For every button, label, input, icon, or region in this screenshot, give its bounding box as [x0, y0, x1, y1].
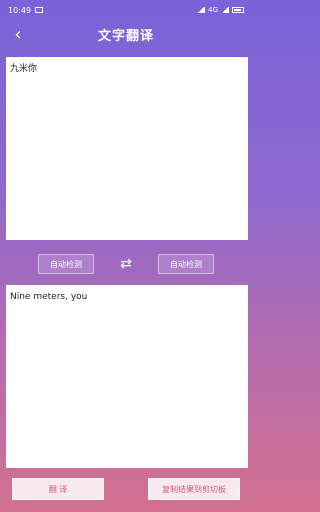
battery-icon — [232, 7, 244, 13]
language-selector-row: 自动检测 ⇄ 自动检测 — [0, 253, 252, 275]
source-language-button[interactable]: 自动检测 — [38, 254, 94, 274]
chevron-left-icon: ‹ — [14, 23, 22, 45]
translation-result-text[interactable]: Nine meters, you — [10, 291, 244, 303]
wifi-icon — [221, 7, 229, 13]
image-notification-icon — [35, 7, 44, 13]
network-type-label: 4G — [208, 6, 218, 14]
status-time: 10:49 — [8, 5, 32, 15]
swap-arrows-icon[interactable]: ⇄ — [116, 256, 136, 272]
status-left: 10:49 — [8, 5, 44, 15]
app-bar: ‹ 文字翻译 — [0, 20, 252, 48]
source-text[interactable]: 九米你 — [10, 63, 244, 75]
page-title: 文字翻译 — [97, 28, 154, 44]
copy-result-button[interactable]: 复制结果到剪切板 — [148, 478, 240, 500]
signal-strength-icon — [197, 7, 206, 13]
target-language-button[interactable]: 自动检测 — [158, 254, 214, 274]
status-right: 4G — [197, 6, 244, 14]
bottom-action-bar: 翻 译 复制结果到剪切板 — [0, 476, 252, 502]
translation-result-panel[interactable]: Nine meters, you — [6, 285, 248, 468]
translate-button[interactable]: 翻 译 — [12, 478, 104, 500]
source-text-panel[interactable]: 九米你 — [6, 57, 248, 240]
status-bar: 10:49 4G — [0, 0, 252, 20]
back-button[interactable]: ‹ — [8, 22, 28, 46]
